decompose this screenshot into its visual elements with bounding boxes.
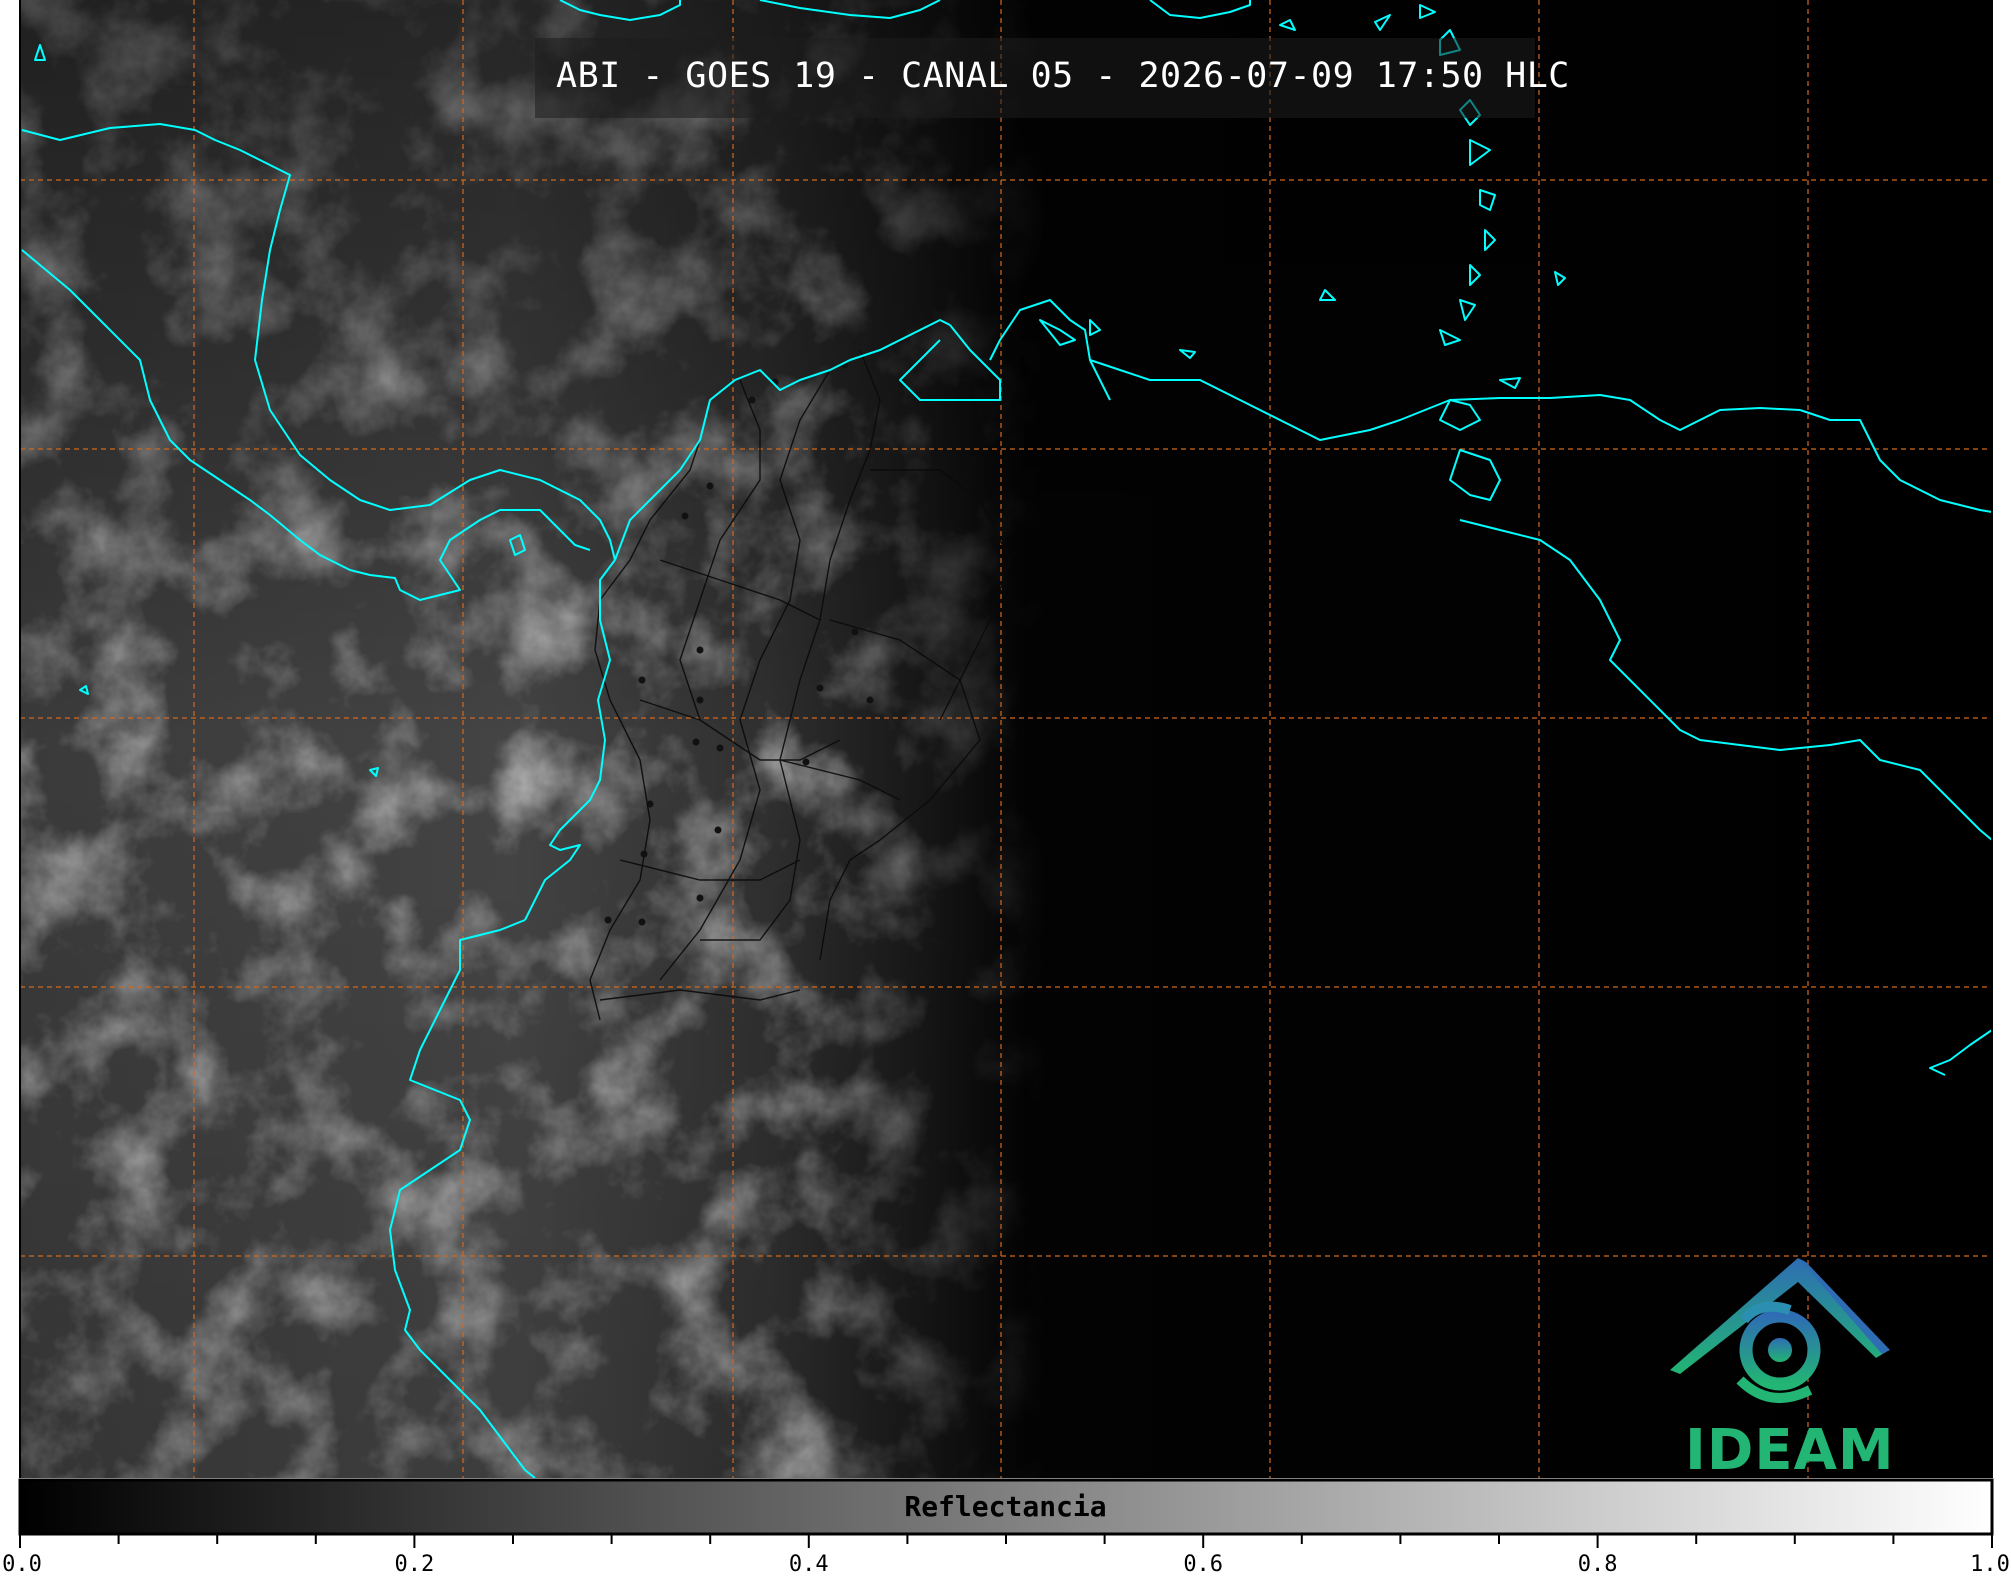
- colorbar-tick-label: 1.0: [1970, 1552, 2010, 1577]
- colorbar-ticks: [19, 1534, 1993, 1548]
- satellite-map: [18, 0, 1994, 1548]
- colorbar-tick-label: 0.2: [394, 1552, 435, 1577]
- colorbar-tick-label: 0.6: [1183, 1552, 1224, 1577]
- colorbar-tick-label: 0.0: [2, 1552, 42, 1577]
- map-title: ABI - GOES 19 - CANAL 05 - 2026-07-09 17…: [556, 56, 1570, 96]
- colorbar-tick-label: 0.8: [1577, 1552, 1618, 1577]
- colorbar-label: Reflectancia: [904, 1490, 1107, 1523]
- logo-text: IDEAM: [1685, 1418, 1895, 1483]
- colorbar-tick-label: 0.4: [788, 1552, 829, 1577]
